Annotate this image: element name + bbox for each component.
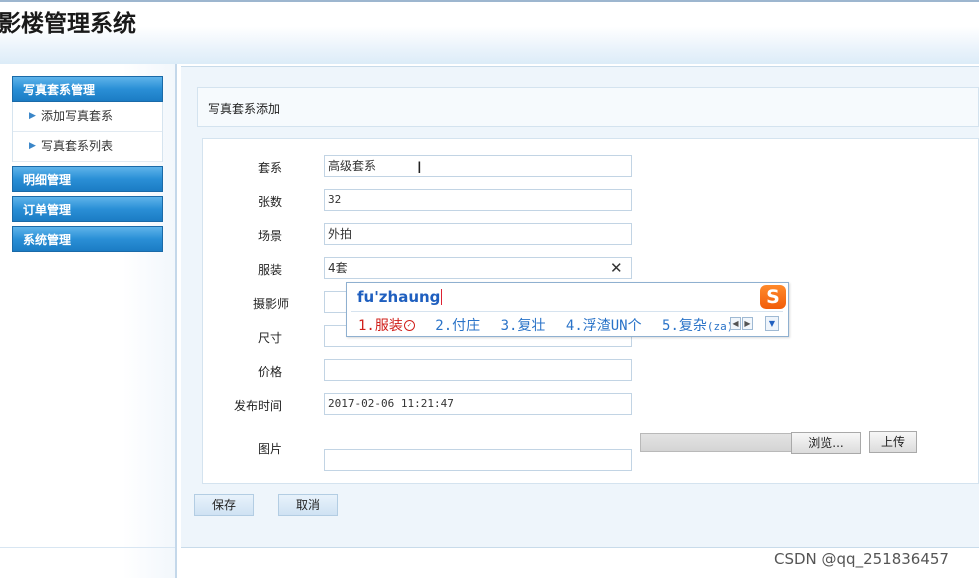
- sidebar-border: [175, 64, 177, 578]
- menu-item-label: 添加写真套系: [41, 109, 114, 123]
- image-path-input[interactable]: [324, 449, 632, 471]
- breadcrumb-bar: 写真套系添加: [197, 87, 979, 127]
- cancel-button[interactable]: 取消: [278, 494, 338, 516]
- upload-button[interactable]: 上传: [869, 431, 917, 453]
- menu-group-photo-series-items: ▶ 添加写真套系 ▶ 写真套系列表: [12, 102, 163, 162]
- candidate-number: 3.: [500, 318, 518, 334]
- ime-candidate-list: 1.服装 ✓ 2.付庄 3.复壮 4.浮渣UN个 5.复杂(za): [358, 315, 745, 335]
- menu-group-orders[interactable]: 订单管理: [12, 196, 163, 222]
- menu-group-photo-series[interactable]: 写真套系管理: [12, 76, 163, 102]
- ime-pinyin-composition: fu'zhaung: [357, 288, 443, 306]
- series-label: 套系: [257, 161, 282, 175]
- photographer-label: 摄影师: [252, 297, 289, 311]
- ime-divider: [351, 311, 783, 312]
- size-label: 尺寸: [257, 331, 282, 345]
- check-circle-icon: ✓: [403, 320, 415, 331]
- sogou-logo-icon[interactable]: S: [760, 285, 786, 309]
- menu-item-series-list[interactable]: ▶ 写真套系列表: [13, 132, 162, 162]
- ime-prev-page-icon[interactable]: ◀: [730, 317, 741, 330]
- price-label: 价格: [257, 365, 282, 379]
- menu-group-system[interactable]: 系统管理: [12, 226, 163, 252]
- sidebar-menu: 写真套系管理 ▶ 添加写真套系 ▶ 写真套系列表 明细管理 订单管理 系统管理: [12, 76, 163, 256]
- candidate-number: 5.: [662, 318, 679, 334]
- ime-candidate-popup: fu'zhaung S 1.服装 ✓ 2.付庄 3.复壮 4.浮渣UN个 5.复杂…: [346, 282, 789, 337]
- ime-pinyin-text: fu'zhaung: [357, 288, 441, 306]
- arrow-right-icon: ▶: [29, 111, 36, 121]
- scene-label: 场景: [257, 229, 282, 243]
- candidate-text: 复壮: [517, 318, 546, 334]
- arrow-right-icon: ▶: [29, 141, 36, 151]
- series-input[interactable]: 高级套系: [324, 155, 632, 177]
- app-title: 影楼管理系统: [0, 11, 136, 37]
- text-cursor-icon: I: [417, 158, 422, 177]
- ime-candidate[interactable]: 5.复杂(za): [662, 315, 733, 335]
- count-input[interactable]: 32: [324, 189, 632, 211]
- publish-time-label: 发布时间: [233, 399, 282, 413]
- watermark: CSDN @qq_251836457: [774, 550, 949, 568]
- candidate-number: 1.: [358, 318, 375, 334]
- candidate-number: 4.: [565, 318, 583, 334]
- costume-label: 服装: [257, 263, 282, 277]
- image-label: 图片: [257, 442, 282, 456]
- browse-button[interactable]: 浏览...: [791, 432, 861, 454]
- menu-group-details[interactable]: 明细管理: [12, 166, 163, 192]
- ime-expand-icon[interactable]: ▼: [765, 316, 779, 331]
- candidate-text: 浮渣UN个: [582, 318, 642, 334]
- price-input[interactable]: [324, 359, 632, 381]
- publish-time-input[interactable]: 2017-02-06 11:21:47: [324, 393, 632, 415]
- ime-candidate[interactable]: 3.复壮: [501, 315, 546, 335]
- menu-item-label: 写真套系列表: [41, 139, 114, 153]
- clear-icon[interactable]: ✕: [610, 259, 623, 277]
- ime-candidate[interactable]: 4.浮渣UN个: [566, 315, 642, 335]
- save-button[interactable]: 保存: [194, 494, 254, 516]
- ime-caret: [441, 289, 443, 305]
- count-label: 张数: [257, 195, 282, 209]
- ime-candidate[interactable]: 2.付庄: [435, 315, 480, 335]
- candidate-number: 2.: [435, 318, 453, 334]
- candidate-text: 付庄: [452, 318, 481, 334]
- breadcrumb: 写真套系添加: [208, 102, 281, 116]
- scene-input[interactable]: 外拍: [324, 223, 632, 245]
- ime-candidate[interactable]: 1.服装 ✓: [358, 315, 415, 335]
- header: 影楼管理系统: [0, 2, 979, 64]
- ime-next-page-icon[interactable]: ▶: [742, 317, 753, 330]
- sidebar-divider: [0, 547, 175, 548]
- candidate-text: 服装: [374, 318, 403, 334]
- costume-input[interactable]: 4套: [324, 257, 632, 279]
- candidate-text: 复杂: [678, 318, 707, 334]
- menu-item-add-series[interactable]: ▶ 添加写真套系: [13, 102, 162, 132]
- file-path-display[interactable]: [640, 433, 792, 452]
